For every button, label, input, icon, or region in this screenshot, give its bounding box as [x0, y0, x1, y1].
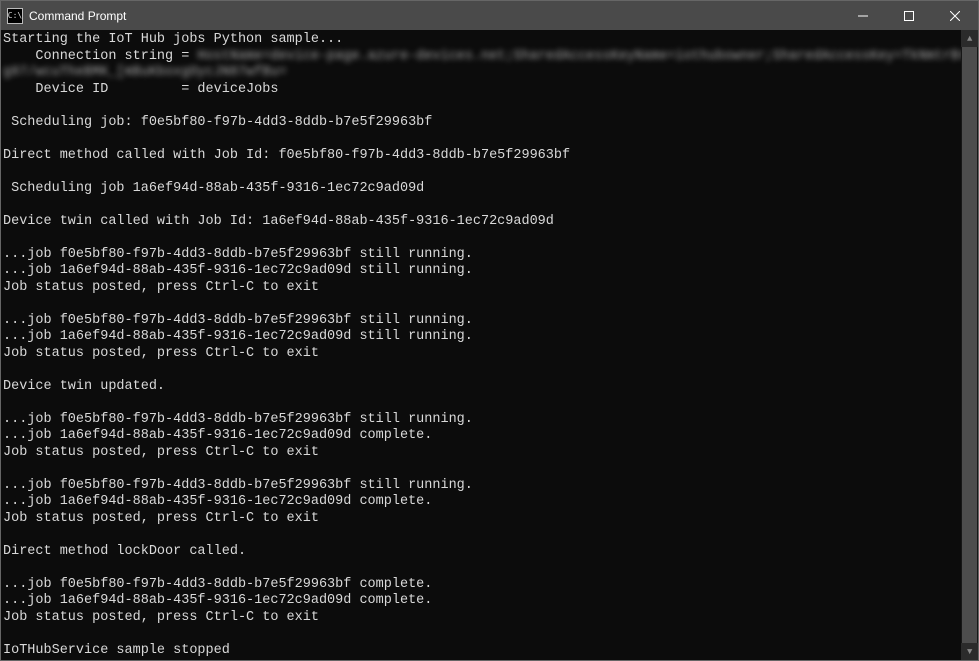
console-line	[3, 131, 959, 148]
close-button[interactable]	[932, 1, 978, 31]
console-line: Job status posted, press Ctrl-C to exit	[3, 280, 959, 297]
console-line	[3, 395, 959, 412]
console-line	[3, 197, 959, 214]
console-line: Scheduling job 1a6ef94d-88ab-435f-9316-1…	[3, 181, 959, 198]
console-line: Direct method lockDoor called.	[3, 544, 959, 561]
console-line: ...job 1a6ef94d-88ab-435f-9316-1ec72c9ad…	[3, 593, 959, 610]
system-menu-icon[interactable]: C:\	[7, 8, 23, 24]
scrollbar-thumb[interactable]	[962, 47, 977, 643]
console-line: ...job 1a6ef94d-88ab-435f-9316-1ec72c9ad…	[3, 494, 959, 511]
scroll-down-arrow-icon[interactable]: ▼	[961, 643, 978, 660]
console-line	[3, 362, 959, 379]
console-line: Job status posted, press Ctrl-C to exit	[3, 346, 959, 363]
console-line: Device ID = deviceJobs	[3, 82, 959, 99]
console-line: Scheduling job: f0e5bf80-f97b-4dd3-8ddb-…	[3, 115, 959, 132]
console-output[interactable]: Starting the IoT Hub jobs Python sample.…	[1, 30, 961, 660]
maximize-button[interactable]	[886, 1, 932, 31]
console-line: ...job f0e5bf80-f97b-4dd3-8ddb-b7e5f2996…	[3, 247, 959, 264]
window-titlebar: C:\ Command Prompt	[0, 0, 979, 30]
console-line	[3, 296, 959, 313]
client-area: Starting the IoT Hub jobs Python sample.…	[0, 30, 979, 661]
console-line: ...job 1a6ef94d-88ab-435f-9316-1ec72c9ad…	[3, 329, 959, 346]
redacted-text: g07/wcuTheBMK_[mBuKboxgOycJN07wfBu=	[3, 65, 287, 80]
console-line: ...job 1a6ef94d-88ab-435f-9316-1ec72c9ad…	[3, 428, 959, 445]
console-line	[3, 560, 959, 577]
console-line	[3, 527, 959, 544]
console-line: Job status posted, press Ctrl-C to exit	[3, 610, 959, 627]
vertical-scrollbar[interactable]: ▲ ▼	[961, 30, 978, 660]
console-line: ...job f0e5bf80-f97b-4dd3-8ddb-b7e5f2996…	[3, 412, 959, 429]
console-line: Job status posted, press Ctrl-C to exit	[3, 445, 959, 462]
console-line: ...job 1a6ef94d-88ab-435f-9316-1ec72c9ad…	[3, 263, 959, 280]
window-title: Command Prompt	[29, 9, 126, 23]
console-line: Job status posted, press Ctrl-C to exit	[3, 511, 959, 528]
console-line: g07/wcuTheBMK_[mBuKboxgOycJN07wfBu=	[3, 65, 959, 82]
console-line: Device twin called with Job Id: 1a6ef94d…	[3, 214, 959, 231]
console-line: ...job f0e5bf80-f97b-4dd3-8ddb-b7e5f2996…	[3, 577, 959, 594]
console-line: IoTHubService sample stopped	[3, 643, 959, 660]
console-line	[3, 461, 959, 478]
minimize-button[interactable]	[840, 1, 886, 31]
console-line	[3, 626, 959, 643]
console-line: Direct method called with Job Id: f0e5bf…	[3, 148, 959, 165]
redacted-text: HostName=device-page.azure-devices.net;S…	[197, 49, 961, 64]
console-line: Starting the IoT Hub jobs Python sample.…	[3, 32, 959, 49]
console-line: ...job f0e5bf80-f97b-4dd3-8ddb-b7e5f2996…	[3, 478, 959, 495]
console-line	[3, 164, 959, 181]
console-line: Connection string = HostName=device-page…	[3, 49, 959, 66]
console-line: Device twin updated.	[3, 379, 959, 396]
scroll-up-arrow-icon[interactable]: ▲	[961, 30, 978, 47]
scrollbar-track[interactable]	[961, 47, 978, 643]
console-line	[3, 230, 959, 247]
console-line: ...job f0e5bf80-f97b-4dd3-8ddb-b7e5f2996…	[3, 313, 959, 330]
console-line	[3, 98, 959, 115]
